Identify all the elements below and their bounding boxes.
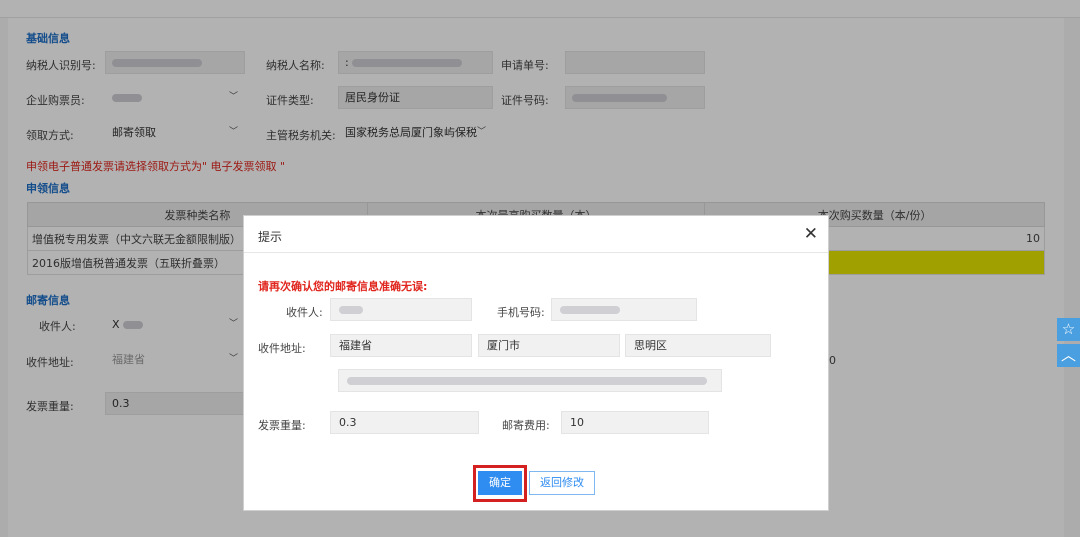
dialog-title: 提示 [258, 230, 283, 244]
dialog-divider [244, 252, 828, 253]
dlg-phone-label: 手机号码: [497, 306, 545, 319]
confirm-dialog: 提示 ✕ 请再次确认您的邮寄信息准确无误: 收件人: 手机号码: 收件地址: 福… [243, 215, 829, 511]
dlg-city-field: 厦门市 [478, 334, 620, 357]
dlg-district-field: 思明区 [625, 334, 771, 357]
back-modify-button[interactable]: 返回修改 [529, 471, 595, 495]
dlg-phone-field [551, 298, 697, 321]
dlg-street-field [338, 369, 722, 392]
dlg-address-label: 收件地址: [258, 342, 306, 355]
ok-button[interactable]: 确定 [478, 471, 522, 495]
dlg-postage-field: 10 [561, 411, 709, 434]
dlg-recipient-label: 收件人: [286, 306, 323, 319]
dlg-province-field: 福建省 [330, 334, 472, 357]
dlg-weight-label: 发票重量: [258, 419, 306, 432]
star-icon[interactable]: ☆ [1057, 318, 1080, 341]
dlg-weight-field: 0.3 [330, 411, 479, 434]
chevron-up-icon[interactable]: ︿ [1057, 344, 1080, 367]
dlg-postage-label: 邮寄费用: [502, 419, 550, 432]
dlg-recipient-field [330, 298, 472, 321]
confirm-message: 请再次确认您的邮寄信息准确无误: [258, 280, 428, 293]
close-icon[interactable]: ✕ [804, 224, 818, 244]
